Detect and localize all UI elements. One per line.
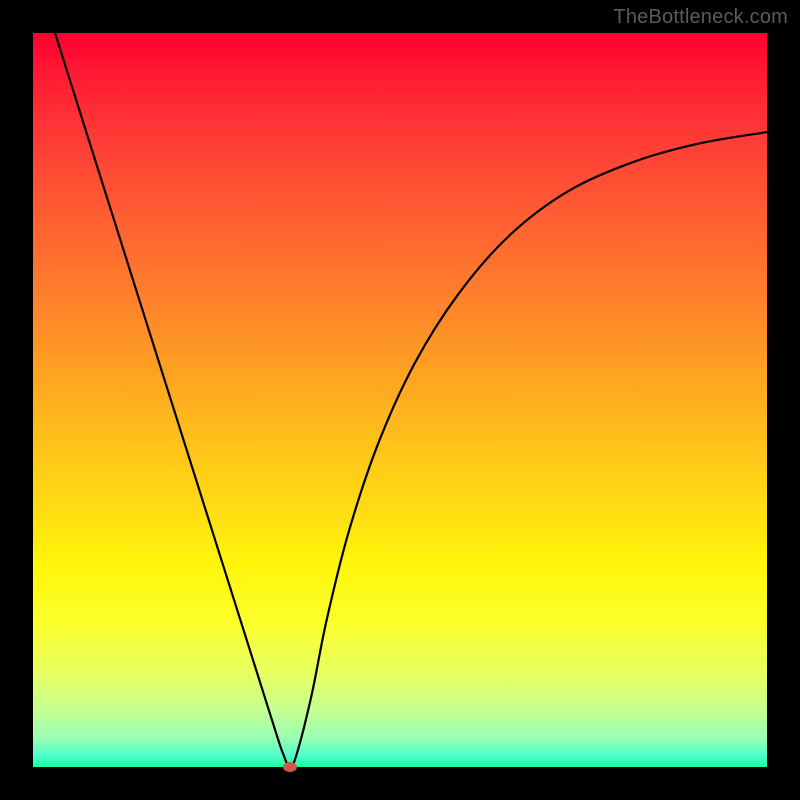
plot-area [33,33,767,767]
optimal-point-marker [283,762,297,772]
bottleneck-curve [33,33,767,767]
curve-path [55,33,767,767]
chart-frame: TheBottleneck.com [0,0,800,800]
watermark-text: TheBottleneck.com [613,6,788,29]
